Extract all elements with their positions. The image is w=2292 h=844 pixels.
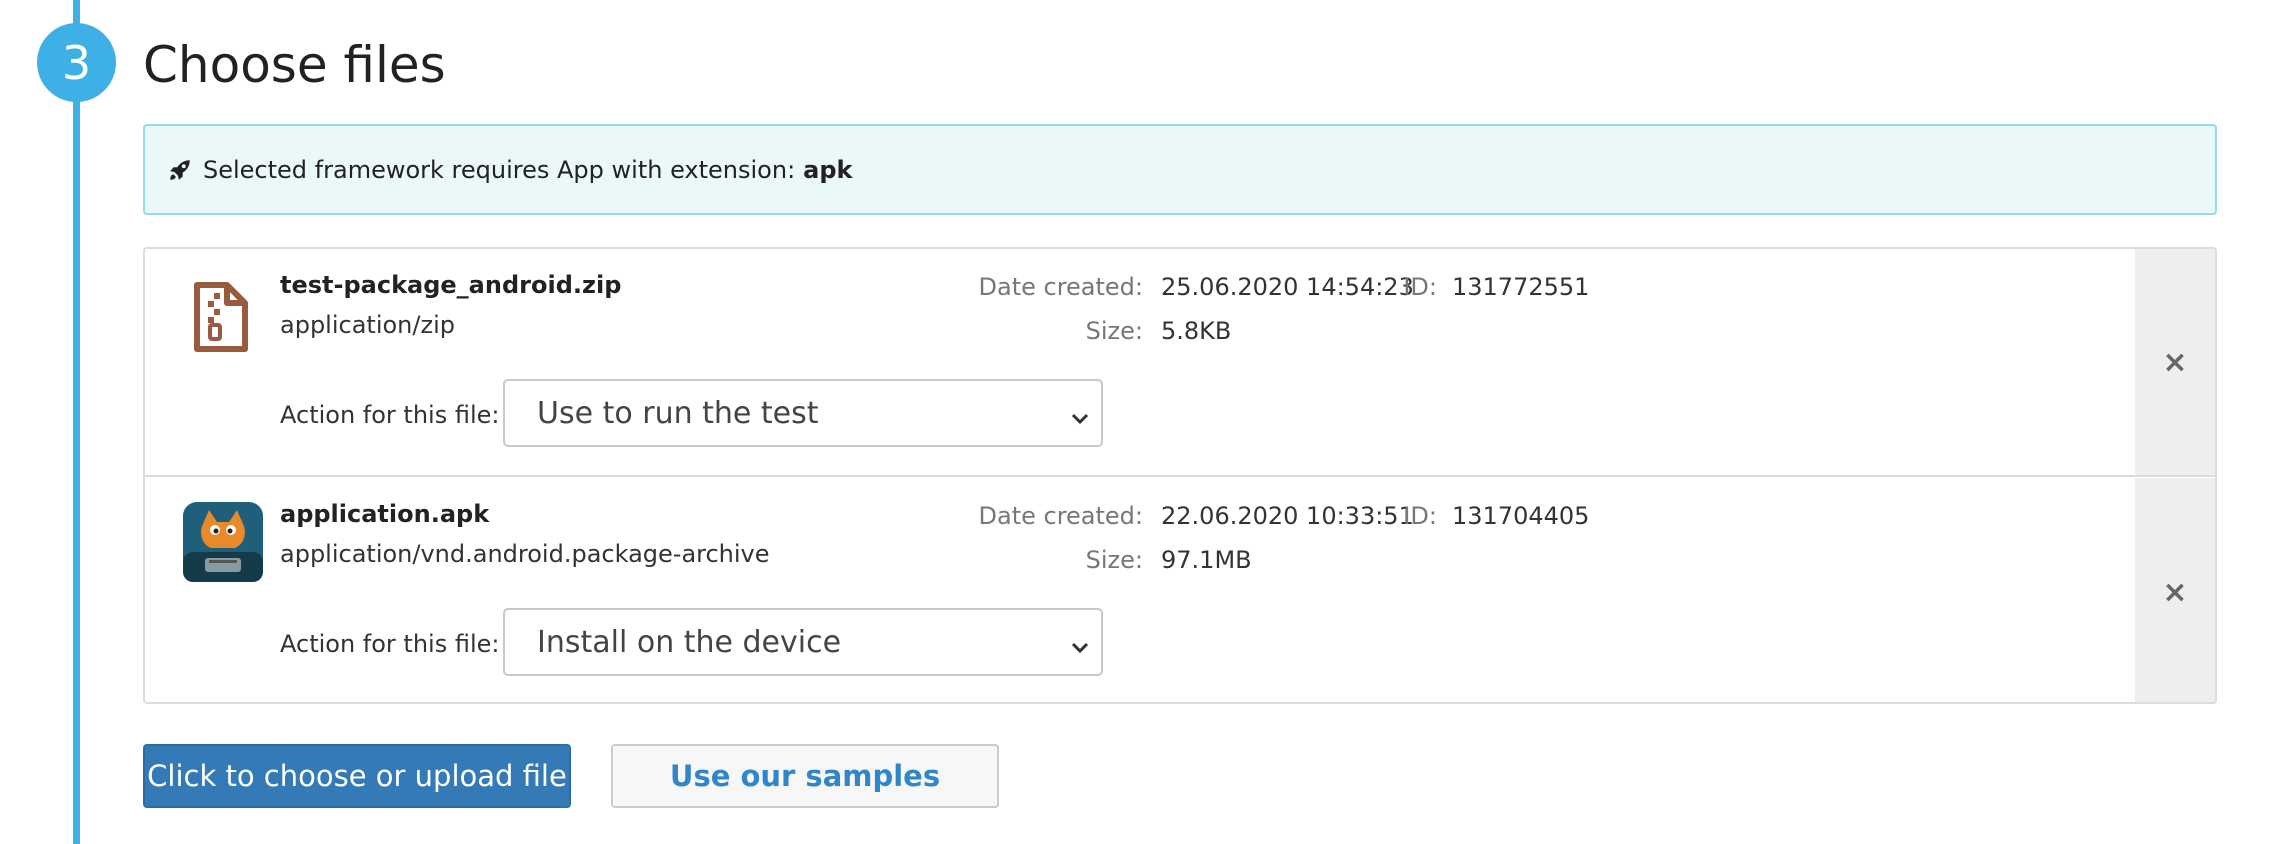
file-row: test-package_android.zip application/zip… bbox=[145, 249, 2215, 477]
action-select-value: Use to run the test bbox=[537, 395, 819, 431]
close-icon: × bbox=[2162, 574, 2188, 610]
file-row: application.apk application/vnd.android.… bbox=[145, 478, 2215, 702]
file-name: application.apk bbox=[280, 500, 490, 528]
size-label: Size: bbox=[1085, 546, 1143, 574]
date-created-label: Date created: bbox=[978, 502, 1144, 530]
size-value: 97.1MB bbox=[1161, 546, 1252, 574]
alert-text: Selected framework requires App with ext… bbox=[203, 155, 796, 184]
id-value: 131704405 bbox=[1452, 502, 1590, 530]
use-samples-button[interactable]: Use our samples bbox=[611, 744, 999, 808]
page-title: Choose files bbox=[143, 36, 446, 94]
action-label: Action for this file: bbox=[280, 401, 500, 429]
zip-file-icon bbox=[181, 277, 261, 357]
remove-file-button[interactable]: × bbox=[2135, 478, 2215, 702]
file-mime-type: application/vnd.android.package-archive bbox=[280, 540, 770, 568]
upload-file-button[interactable]: Click to choose or upload file bbox=[143, 744, 571, 808]
action-select[interactable]: Install on the device bbox=[503, 608, 1103, 676]
file-mime-type: application/zip bbox=[280, 311, 455, 339]
file-name: test-package_android.zip bbox=[280, 271, 622, 299]
id-label: ID: bbox=[1403, 273, 1437, 301]
date-created-label: Date created: bbox=[978, 273, 1144, 301]
size-value: 5.8KB bbox=[1161, 317, 1232, 345]
chevron-down-icon bbox=[1069, 632, 1091, 654]
app-icon bbox=[183, 502, 263, 582]
alert-extension: apk bbox=[803, 155, 853, 184]
id-value: 131772551 bbox=[1452, 273, 1590, 301]
step-number-badge: 3 bbox=[37, 23, 116, 102]
framework-info-alert: Selected framework requires App with ext… bbox=[143, 124, 2217, 215]
remove-file-button[interactable]: × bbox=[2135, 249, 2215, 475]
id-label: ID: bbox=[1403, 502, 1437, 530]
file-list: test-package_android.zip application/zip… bbox=[143, 247, 2217, 704]
size-label: Size: bbox=[1085, 317, 1143, 345]
action-label: Action for this file: bbox=[280, 630, 500, 658]
action-select-value: Install on the device bbox=[537, 624, 842, 660]
date-created-value: 25.06.2020 14:54:23 bbox=[1161, 273, 1414, 301]
timeline-line bbox=[73, 0, 80, 844]
rocket-icon bbox=[167, 157, 193, 183]
date-created-value: 22.06.2020 10:33:51 bbox=[1161, 502, 1414, 530]
close-icon: × bbox=[2162, 344, 2188, 380]
chevron-down-icon bbox=[1069, 403, 1091, 425]
action-select[interactable]: Use to run the test bbox=[503, 379, 1103, 447]
